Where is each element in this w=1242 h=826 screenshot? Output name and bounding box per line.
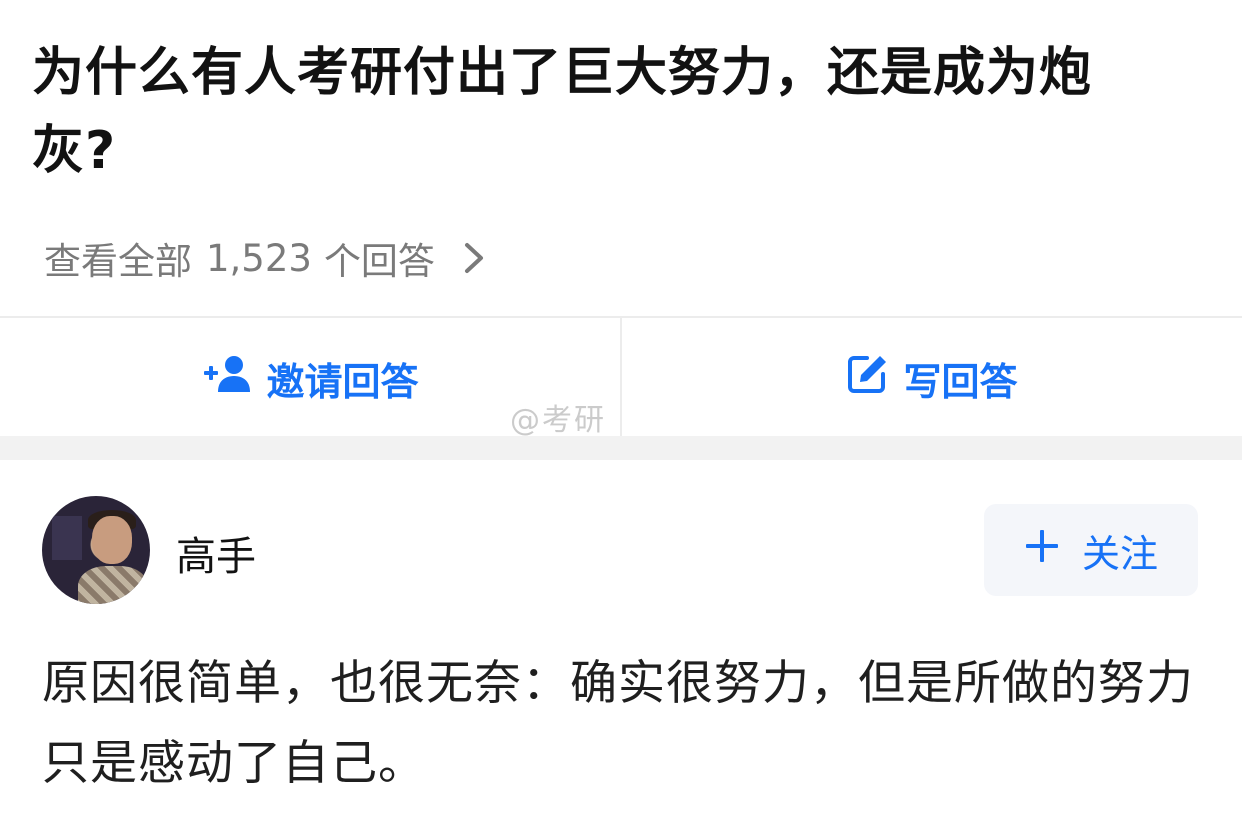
add-user-icon [202,354,266,403]
write-answer-label: 写回答 [903,359,1018,404]
edit-icon [845,352,903,405]
section-separator [0,436,1242,460]
answer-author-row: 高手 关注 [42,496,1202,606]
author-name[interactable]: 高手 [176,524,256,582]
follow-label: 关注 [1081,531,1158,576]
invite-answer-label: 邀请回答 [266,359,419,404]
plus-icon [1024,528,1082,573]
action-divider [620,318,622,438]
follow-button[interactable]: 关注 [984,504,1198,596]
view-all-label: 查看全部 [44,240,192,283]
question-action-bar: 邀请回答 写回答 [0,316,1242,438]
chevron-right-icon [461,241,487,275]
write-answer-button[interactable]: 写回答 [621,318,1242,438]
view-all-suffix: 个回答 [323,240,435,283]
question-title: 为什么有人考研付出了巨大努力，还是成为炮灰? [32,43,1093,181]
answer-content[interactable]: 原因很简单，也很无奈：确实很努力，但是所做的努力只是感动了自己。 [42,644,1202,804]
answer-count: 1,523 [206,236,312,280]
avatar[interactable] [42,496,150,604]
watermark: @考研 [510,403,606,438]
view-all-answers-link[interactable]: 查看全部 1,523 个回答 [44,226,487,290]
